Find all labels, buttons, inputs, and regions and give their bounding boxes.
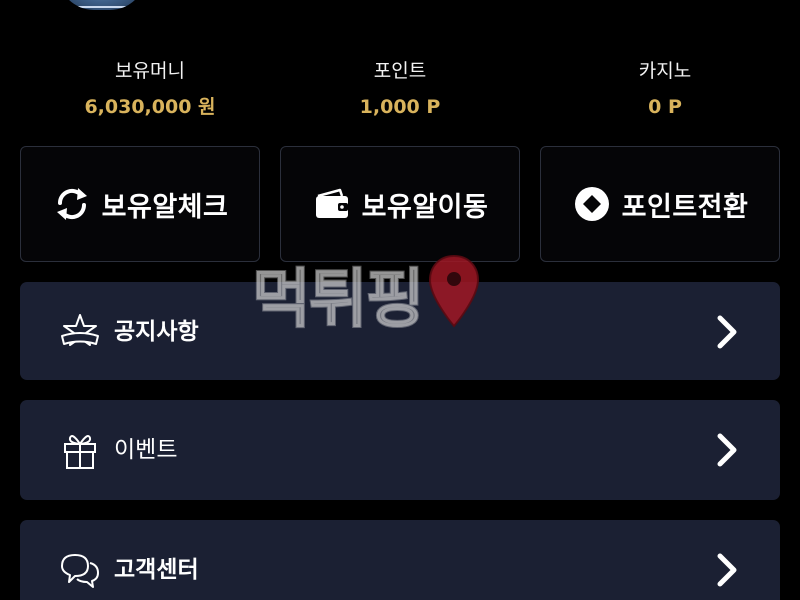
balance-move-button[interactable]: 보유알이동 <box>280 146 520 262</box>
balance-move-label: 보유알이동 <box>361 191 489 223</box>
wallet-icon <box>312 184 352 224</box>
balance-check-label: 보유알체크 <box>101 191 229 223</box>
balance-casino-label: 카지노 <box>638 60 692 82</box>
menu-support[interactable]: 고객센터 <box>20 520 780 600</box>
chevron-right-icon <box>714 552 742 588</box>
star-banner-icon <box>58 312 102 352</box>
balance-point-label: 포인트 <box>373 60 427 82</box>
menu-support-label: 고객센터 <box>114 557 199 583</box>
balance-summary: 보유머니 6,030,000 원 포인트 1,000 P 카지노 0 P <box>0 0 800 130</box>
diamond-coin-icon <box>572 184 612 224</box>
balance-money-label: 보유머니 <box>115 60 185 82</box>
balance-check-button[interactable]: 보유알체크 <box>20 146 260 262</box>
point-convert-button[interactable]: 포인트전환 <box>540 146 780 262</box>
balance-casino-value: 0 P <box>648 96 682 118</box>
menu-notice-label: 공지사항 <box>114 319 199 345</box>
balance-money-value: 6,030,000 원 <box>84 96 216 118</box>
refresh-arrows-icon <box>52 184 92 224</box>
balance-casino: 카지노 0 P <box>535 58 795 120</box>
menu-event-label: 이벤트 <box>114 437 178 463</box>
chevron-right-icon <box>714 314 742 350</box>
point-convert-label: 포인트전환 <box>621 191 749 223</box>
balance-point: 포인트 1,000 P <box>270 58 530 120</box>
balance-money: 보유머니 6,030,000 원 <box>20 58 280 120</box>
gift-icon <box>58 430 102 470</box>
menu-notice[interactable]: 공지사항 <box>20 282 780 380</box>
balance-point-value: 1,000 P <box>359 96 441 118</box>
menu-event[interactable]: 이벤트 <box>20 400 780 500</box>
chevron-right-icon <box>714 432 742 468</box>
chat-bubbles-icon <box>58 550 102 590</box>
